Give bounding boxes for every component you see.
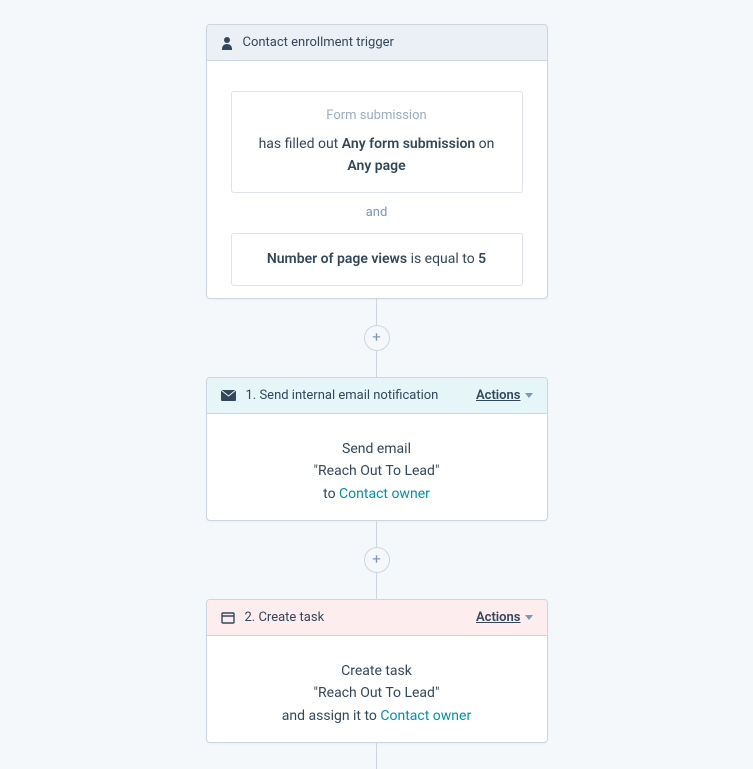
mail-icon	[221, 390, 236, 401]
filter-property: Number of page views	[267, 251, 407, 267]
chevron-down-icon	[525, 615, 533, 620]
filter-form-submission[interactable]: Form submission has filled out Any form …	[231, 91, 523, 193]
actions-label: Actions	[476, 610, 521, 625]
trigger-body: Form submission has filled out Any form …	[207, 61, 547, 299]
task-assignee-line: and assign it to Contact owner	[221, 705, 533, 727]
connector-line	[376, 743, 377, 769]
trigger-card[interactable]: Contact enrollment trigger Form submissi…	[206, 24, 548, 299]
filter-text: has filled out Any form submission on An…	[244, 133, 510, 178]
connector-line	[376, 299, 377, 325]
filter-page-views[interactable]: Number of page views is equal to 5	[231, 233, 523, 285]
actions-label: Actions	[476, 388, 521, 403]
step-title: 1. Send internal email notification	[246, 388, 476, 403]
filter-value-page: Any page	[347, 158, 405, 174]
connector-line	[376, 521, 377, 547]
add-step-button[interactable]: +	[364, 547, 390, 573]
email-line-action: Send email	[221, 438, 533, 460]
contact-owner-link[interactable]: Contact owner	[339, 486, 430, 502]
workflow-canvas: Contact enrollment trigger Form submissi…	[206, 24, 548, 769]
step-email-body: Send email Reach Out To Lead to Contact …	[207, 414, 547, 521]
email-name: Reach Out To Lead	[221, 460, 533, 482]
connector: +	[364, 521, 390, 599]
chevron-down-icon	[525, 393, 533, 398]
filter-label: Form submission	[244, 106, 510, 127]
add-step-button[interactable]: +	[364, 325, 390, 351]
filter-value-form: Any form submission	[342, 136, 475, 152]
email-to-prefix: to	[323, 486, 339, 502]
task-name: Reach Out To Lead	[221, 682, 533, 704]
connector: +	[364, 299, 390, 377]
trigger-title: Contact enrollment trigger	[243, 35, 533, 50]
filter-prefix: has filled out	[259, 136, 342, 152]
contact-owner-link[interactable]: Contact owner	[380, 708, 471, 724]
step-task-body: Create task Reach Out To Lead and assign…	[207, 636, 547, 743]
email-recipient-line: to Contact owner	[221, 483, 533, 505]
filter-and-separator: and	[231, 193, 523, 234]
connector-line	[376, 573, 377, 599]
connector	[376, 743, 377, 769]
actions-dropdown[interactable]: Actions	[476, 610, 533, 625]
actions-dropdown[interactable]: Actions	[476, 388, 533, 403]
trigger-card-header: Contact enrollment trigger	[207, 25, 547, 61]
filter-operator: is equal to	[407, 251, 478, 267]
filter-mid: on	[475, 136, 494, 152]
step-email-card[interactable]: 1. Send internal email notification Acti…	[206, 377, 548, 521]
step-task-header: 2. Create task Actions	[207, 600, 547, 636]
task-assign-prefix: and assign it to	[282, 708, 381, 724]
step-email-header: 1. Send internal email notification Acti…	[207, 378, 547, 414]
filter-number: 5	[478, 251, 486, 267]
task-icon	[221, 612, 235, 624]
step-title: 2. Create task	[245, 610, 476, 625]
filter-text: Number of page views is equal to 5	[244, 248, 510, 270]
step-task-card[interactable]: 2. Create task Actions Create task Reach…	[206, 599, 548, 743]
contact-icon	[221, 36, 233, 50]
task-line-action: Create task	[221, 660, 533, 682]
connector-line	[376, 351, 377, 377]
